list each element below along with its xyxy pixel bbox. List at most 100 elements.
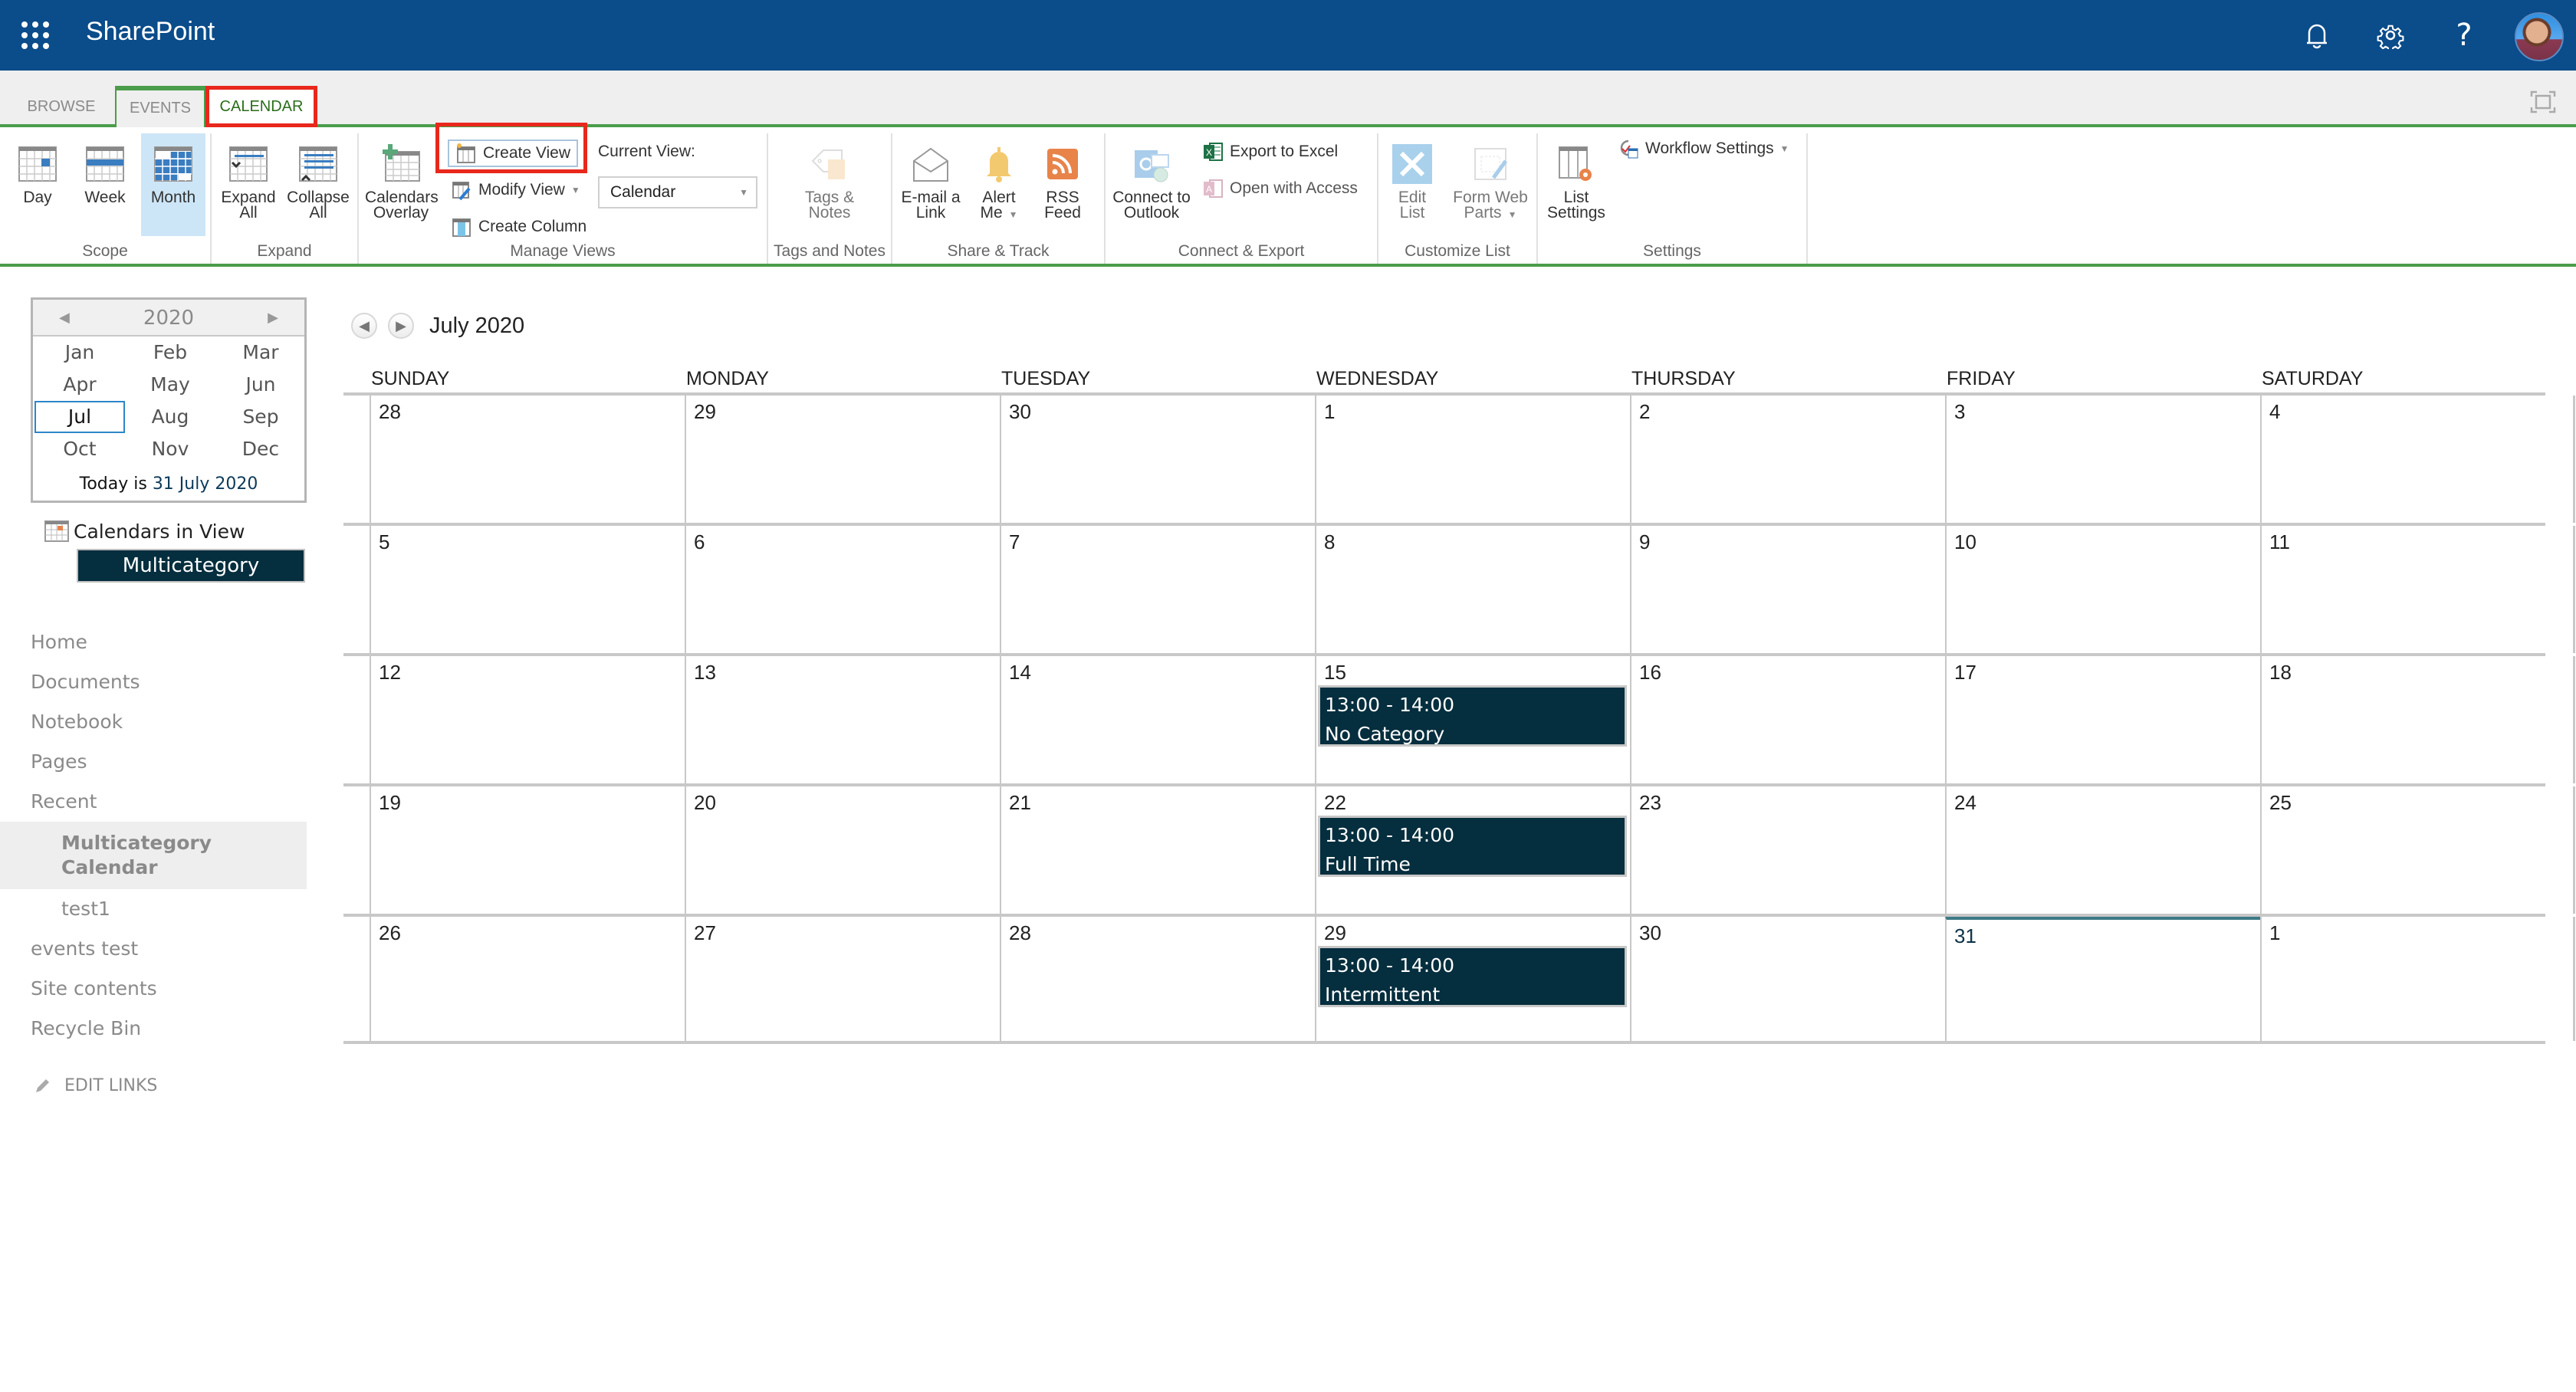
user-avatar[interactable] (2515, 12, 2564, 61)
next-month-button[interactable]: ▶ (388, 313, 414, 339)
expand-all-button[interactable]: Expand All (219, 133, 278, 236)
calendar-overlay-chip[interactable]: Multicategory Calendar (77, 549, 305, 608)
day-number[interactable]: 13 (694, 661, 716, 685)
week-view-button[interactable]: Week (77, 133, 133, 236)
calendar-day-cell[interactable]: 17 (1945, 656, 2260, 783)
quick-launch-item[interactable]: Recent (0, 782, 307, 822)
calendar-day-cell[interactable]: 26 (370, 917, 685, 1041)
day-number[interactable]: 31 (1954, 924, 1976, 948)
calendar-day-cell[interactable]: 19 (370, 786, 685, 914)
day-number[interactable]: 11 (2269, 530, 2290, 554)
quick-launch-item[interactable]: test1 (0, 889, 307, 929)
quick-launch-item[interactable]: Documents (0, 662, 307, 702)
create-column-button[interactable]: Create Column (451, 213, 586, 241)
month-picker-item[interactable]: Dec (215, 433, 306, 465)
form-web-parts-button[interactable]: Form Web Parts ▼ (1452, 133, 1529, 236)
day-number[interactable]: 30 (1009, 400, 1031, 424)
previous-month-button[interactable]: ◀ (351, 313, 377, 339)
quick-launch-item[interactable]: Recycle Bin (0, 1009, 307, 1049)
app-launcher-icon[interactable] (21, 21, 49, 49)
edit-list-button[interactable]: Edit List (1388, 133, 1437, 236)
day-number[interactable]: 20 (694, 791, 716, 815)
quick-launch-item[interactable]: Notebook (0, 702, 307, 742)
day-number[interactable]: 22 (1324, 791, 1346, 815)
calendar-day-cell[interactable]: 20 (685, 786, 1000, 914)
modify-view-button[interactable]: Modify View ▼ (451, 176, 580, 204)
month-picker-item[interactable]: Jul (34, 401, 125, 433)
day-number[interactable]: 29 (694, 400, 716, 424)
month-picker-item[interactable]: Feb (125, 337, 215, 369)
month-picker-item[interactable]: Sep (215, 401, 306, 433)
calendar-day-cell[interactable]: 6 (685, 526, 1000, 653)
calendar-day-cell[interactable]: 27 (685, 917, 1000, 1041)
day-number[interactable]: 25 (2269, 791, 2292, 815)
calendar-day-cell[interactable]: 23 (1630, 786, 1945, 914)
calendar-day-cell[interactable]: 30 (1630, 917, 1945, 1041)
month-picker-item[interactable]: Jan (34, 337, 125, 369)
day-number[interactable]: 30 (1639, 921, 1661, 945)
calendar-day-cell[interactable]: 29 (685, 396, 1000, 523)
connect-to-outlook-button[interactable]: Connect to Outlook (1112, 133, 1191, 236)
calendar-day-cell[interactable]: 9 (1630, 526, 1945, 653)
bell-icon[interactable] (2298, 17, 2335, 54)
collapse-all-button[interactable]: Collapse All (285, 133, 351, 236)
calendar-day-cell[interactable]: 25 (2260, 786, 2575, 914)
day-number[interactable]: 9 (1639, 530, 1650, 554)
quick-launch-item[interactable]: events test (0, 929, 307, 969)
day-number[interactable]: 10 (1954, 530, 1976, 554)
tab-events[interactable]: EVENTS (115, 86, 205, 127)
calendar-day-cell[interactable]: 11 (2260, 526, 2575, 653)
open-with-access-button[interactable]: A Open with Access (1202, 175, 1358, 202)
calendar-day-cell[interactable]: 1 (2260, 917, 2575, 1041)
day-number[interactable]: 26 (379, 921, 401, 945)
calendar-day-cell[interactable]: 7 (1000, 526, 1315, 653)
brand-title[interactable]: SharePoint (86, 17, 215, 47)
calendar-day-cell[interactable]: 24 (1945, 786, 2260, 914)
calendar-day-cell[interactable]: 12 (370, 656, 685, 783)
quick-launch-item[interactable]: Pages (0, 742, 307, 782)
day-number[interactable]: 21 (1009, 791, 1031, 815)
day-number[interactable]: 8 (1324, 530, 1335, 554)
today-link[interactable]: 31 July 2020 (153, 474, 258, 494)
day-number[interactable]: 5 (379, 530, 389, 554)
calendar-day-cell[interactable]: 3 (1945, 396, 2260, 523)
day-number[interactable]: 1 (1324, 400, 1335, 424)
day-number[interactable]: 28 (1009, 921, 1031, 945)
calendar-day-cell[interactable]: 16 (1630, 656, 1945, 783)
prev-year-arrow-icon[interactable]: ◀ (59, 300, 70, 337)
month-picker-item[interactable]: Jun (215, 369, 306, 401)
month-picker-item[interactable]: Aug (125, 401, 215, 433)
day-number[interactable]: 16 (1639, 661, 1661, 685)
day-number[interactable]: 29 (1324, 921, 1346, 945)
calendar-day-cell[interactable]: 4 (2260, 396, 2575, 523)
month-picker-item[interactable]: Apr (34, 369, 125, 401)
day-view-button[interactable]: Day (11, 133, 64, 236)
calendar-day-cell[interactable]: 30 (1000, 396, 1315, 523)
day-number[interactable]: 3 (1954, 400, 1965, 424)
calendar-day-cell[interactable]: 14 (1000, 656, 1315, 783)
calendar-day-cell[interactable]: 1 (1315, 396, 1630, 523)
calendar-event[interactable]: 13:00 - 14:00 No Category (1318, 685, 1627, 747)
day-number[interactable]: 17 (1954, 661, 1976, 685)
calendar-event[interactable]: 13:00 - 14:00 Intermittent (1318, 946, 1627, 1007)
day-number[interactable]: 14 (1009, 661, 1031, 685)
calendar-day-cell[interactable]: 13 (685, 656, 1000, 783)
quick-launch-item[interactable]: Multicategory Calendar (0, 822, 307, 889)
quick-launch-item[interactable]: Home (0, 622, 307, 662)
day-number[interactable]: 15 (1324, 661, 1346, 685)
current-view-select[interactable]: Calendar ▼ (598, 176, 757, 208)
help-icon[interactable]: ? (2446, 17, 2482, 54)
calendar-day-cell[interactable]: 28 (370, 396, 685, 523)
email-link-button[interactable]: E-mail a Link (899, 133, 963, 236)
calendar-day-cell[interactable]: 22 13:00 - 14:00 Full Time (1315, 786, 1630, 914)
day-number[interactable]: 4 (2269, 400, 2280, 424)
calendar-day-cell[interactable]: 8 (1315, 526, 1630, 653)
month-picker-item[interactable]: Oct (34, 433, 125, 465)
month-picker-item[interactable]: May (125, 369, 215, 401)
tags-notes-button[interactable]: Tags & Notes (799, 133, 860, 236)
calendar-day-cell[interactable]: 18 (2260, 656, 2575, 783)
calendar-day-cell[interactable]: 31 (1945, 917, 2260, 1041)
gear-icon[interactable] (2372, 17, 2409, 54)
day-number[interactable]: 6 (694, 530, 705, 554)
day-number[interactable]: 7 (1009, 530, 1020, 554)
